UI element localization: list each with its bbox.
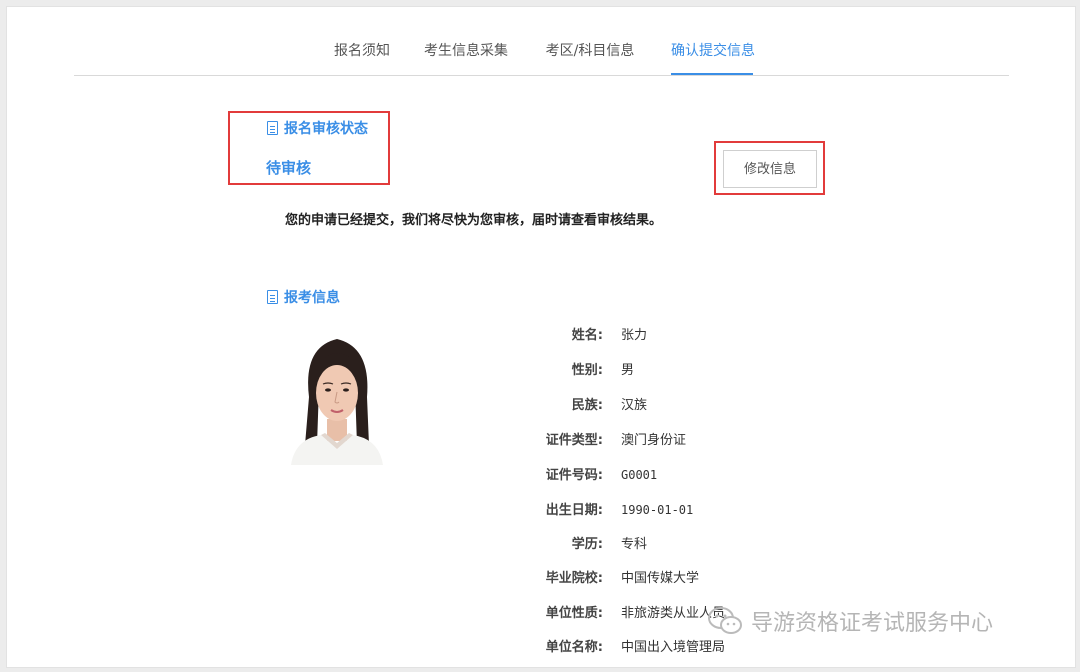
field-label: 证件号码: [545,468,603,483]
field-value: 汉族 [621,398,648,413]
field-label: 性别: [571,363,603,378]
field-row-education: 学历: 专科 [507,535,647,555]
wechat-icon [708,607,742,634]
field-value: 中国传媒大学 [621,571,700,586]
tab-candidate-info[interactable]: 考生信息采集 [422,39,510,75]
field-value: 男 [621,363,635,378]
watermark: 导游资格证考试服务中心 [707,605,993,637]
field-row-employer-name: 单位名称: 中国出入境管理局 [507,638,725,658]
submission-notice: 您的申请已经提交，我们将尽快为您审核，届时请查看审核结果。 [285,213,663,228]
field-value: 中国出入境管理局 [621,640,726,655]
field-value: 1990-01-01 [621,503,694,517]
tab-confirm-submit[interactable]: 确认提交信息 [671,39,755,75]
apply-info-heading: 报考信息 [267,287,340,307]
tab-bar: 报名须知 考生信息采集 考区/科目信息 确认提交信息 [74,7,1009,76]
review-status-value: 待审核 [266,159,312,177]
field-label: 毕业院校: [545,571,603,586]
field-value: G0001 [621,468,658,482]
field-label: 出生日期: [545,503,603,518]
field-label: 证件类型: [545,433,603,448]
field-label: 单位名称: [545,640,603,655]
field-label: 姓名: [571,328,603,343]
watermark-text: 导游资格证考试服务中心 [751,611,994,636]
field-row-birth-date: 出生日期: 1990-01-01 [507,500,693,520]
field-label: 学历: [571,537,603,552]
document-icon [267,290,278,304]
document-icon [267,121,278,135]
tab-exam-area-subject[interactable]: 考区/科目信息 [544,39,636,75]
field-row-gender: 性别: 男 [507,361,634,381]
field-row-ethnicity: 民族: 汉族 [507,396,647,416]
field-value: 专科 [621,537,648,552]
field-row-name: 姓名: 张力 [507,326,647,346]
field-row-employer-type: 单位性质: 非旅游类从业人员 [507,604,725,624]
field-label: 单位性质: [545,606,603,621]
field-value: 澳门身份证 [621,433,687,448]
review-status-title: 报名审核状态 [284,121,368,137]
registration-page: 报名须知 考生信息采集 考区/科目信息 确认提交信息 报名审核状态 待审核 修改… [6,6,1076,668]
candidate-photo [287,327,387,465]
field-row-id-number: 证件号码: G0001 [507,465,657,485]
field-row-school: 毕业院校: 中国传媒大学 [507,569,699,589]
field-label: 民族: [571,398,603,413]
edit-info-button[interactable]: 修改信息 [723,150,817,188]
field-value: 张力 [621,328,648,343]
field-row-id-type: 证件类型: 澳门身份证 [507,431,686,451]
tab-registration-notice[interactable]: 报名须知 [332,39,392,75]
review-status-heading: 报名审核状态 [267,118,368,138]
apply-info-title: 报考信息 [284,290,340,306]
